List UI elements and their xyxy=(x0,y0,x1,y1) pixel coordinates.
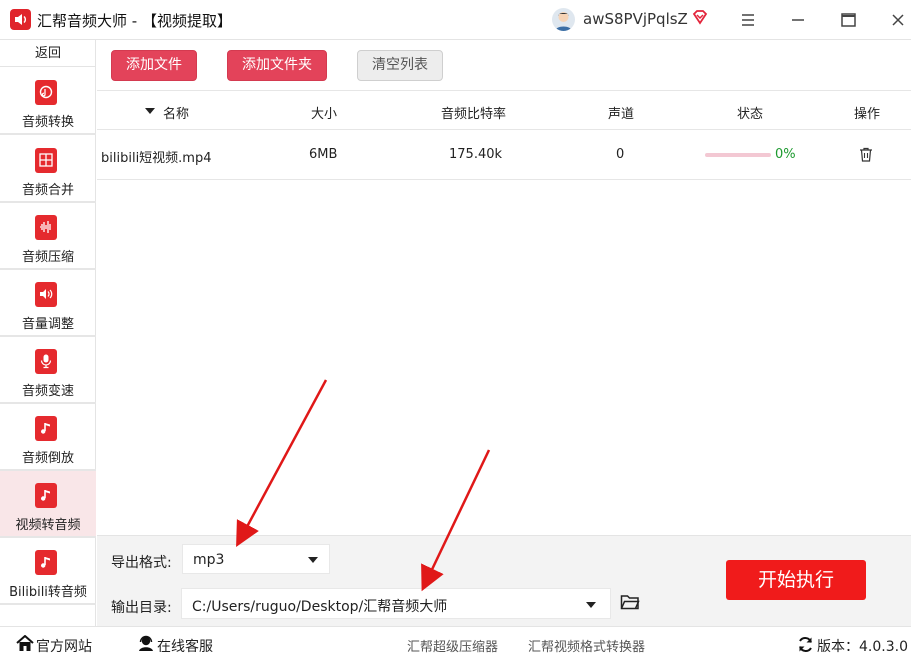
export-format-label: 导出格式: xyxy=(111,555,172,571)
sidebar-item-volume-adjust[interactable]: 音量调整 xyxy=(0,270,96,337)
minimize-button[interactable] xyxy=(784,6,812,34)
back-button[interactable]: 返回 xyxy=(0,40,96,67)
vip-diamond-icon[interactable] xyxy=(691,9,709,31)
column-header-size: 大小 xyxy=(311,107,338,122)
video-converter-link[interactable]: 汇帮视频格式转换器 xyxy=(528,636,645,655)
progress-bar xyxy=(705,153,771,157)
sidebar-item-audio-merge[interactable]: 音频合并 xyxy=(0,136,96,203)
sidebar-item-label: 音频转换 xyxy=(21,115,74,130)
column-header-action: 操作 xyxy=(854,107,881,122)
close-button[interactable] xyxy=(884,6,911,34)
sidebar-item-video-to-audio[interactable]: 视频转音频 xyxy=(0,471,96,538)
customer-service-icon[interactable] xyxy=(137,635,155,656)
title-bar: 汇帮音频大师 - 【视频提取】 awS8PVjPqlsZ xyxy=(0,0,911,40)
sidebar-item-audio-convert[interactable]: 音频转换 xyxy=(0,68,96,135)
chevron-down-icon xyxy=(586,602,596,608)
username-label[interactable]: awS8PVjPqlsZ xyxy=(583,10,688,28)
trash-icon[interactable] xyxy=(859,147,873,166)
audio-reverse-icon xyxy=(35,416,57,441)
window-title: 汇帮音频大师 - 【视频提取】 xyxy=(37,12,232,30)
sidebar-item-label: 音量调整 xyxy=(21,317,74,332)
sidebar: 返回 音频转换 音频合并 音频压缩 音量调整 音频变速 音频倒放 视频转音频 B… xyxy=(0,40,96,626)
file-size-cell: 6MB xyxy=(309,147,338,162)
clear-list-button[interactable]: 清空列表 xyxy=(357,50,443,81)
home-icon[interactable] xyxy=(16,634,34,656)
file-table-header: 名称 大小 音频比特率 声道 状态 操作 xyxy=(97,90,911,130)
column-header-name[interactable]: 名称 xyxy=(163,103,189,122)
menu-button[interactable] xyxy=(734,6,762,34)
sidebar-item-label: 音频倒放 xyxy=(21,451,74,466)
channel-cell: 0 xyxy=(616,147,625,162)
online-service-link[interactable]: 在线客服 xyxy=(157,636,213,656)
audio-speed-icon xyxy=(35,349,57,374)
start-button[interactable]: 开始执行 xyxy=(726,560,866,600)
bitrate-cell: 175.40k xyxy=(449,147,503,162)
sidebar-item-label: 视频转音频 xyxy=(15,518,81,533)
add-folder-button[interactable]: 添加文件夹 xyxy=(227,50,327,81)
sidebar-item-bilibili-to-audio[interactable]: Bilibili转音频 xyxy=(0,538,96,605)
user-avatar[interactable] xyxy=(552,8,575,31)
sidebar-item-label: 音频变速 xyxy=(21,384,74,399)
bilibili-to-audio-icon xyxy=(35,550,57,575)
sidebar-item-label: Bilibili转音频 xyxy=(9,585,87,600)
output-dir-label: 输出目录: xyxy=(111,600,172,616)
compressor-link[interactable]: 汇帮超级压缩器 xyxy=(407,636,498,655)
column-header-channel: 声道 xyxy=(608,107,635,122)
sidebar-item-audio-reverse[interactable]: 音频倒放 xyxy=(0,404,96,471)
footer-bar: 官方网站 在线客服 汇帮超级压缩器 汇帮视频格式转换器 版本：4.0.3.0 xyxy=(0,626,911,662)
refresh-icon[interactable] xyxy=(797,636,814,657)
app-logo-icon xyxy=(10,9,31,30)
export-format-select[interactable]: mp3 xyxy=(182,544,330,574)
status-percent: 0% xyxy=(775,147,796,162)
volume-adjust-icon xyxy=(35,282,57,307)
table-row[interactable]: bilibili短视频.mp4 6MB 175.40k 0 0% xyxy=(97,130,911,180)
chevron-down-icon xyxy=(308,557,318,563)
export-format-value: mp3 xyxy=(193,552,225,568)
column-header-bitrate: 音频比特率 xyxy=(441,107,507,122)
settings-panel: 导出格式: mp3 输出目录: C:/Users/ruguo/Desktop/汇… xyxy=(97,535,911,626)
folder-icon[interactable] xyxy=(620,594,640,615)
sidebar-item-audio-compress[interactable]: 音频压缩 xyxy=(0,203,96,270)
sidebar-item-label: 音频合并 xyxy=(21,183,74,198)
audio-merge-icon xyxy=(35,148,57,173)
video-to-audio-icon xyxy=(35,483,57,508)
output-dir-select[interactable]: C:/Users/ruguo/Desktop/汇帮音频大师 xyxy=(181,588,611,619)
file-name-cell: bilibili短视频.mp4 xyxy=(101,151,212,166)
version-label: 版本：4.0.3.0 xyxy=(817,639,908,655)
official-site-link[interactable]: 官方网站 xyxy=(36,636,92,656)
sort-down-icon[interactable] xyxy=(145,108,155,115)
audio-convert-icon xyxy=(35,80,57,105)
column-header-status: 状态 xyxy=(737,107,764,122)
add-file-button[interactable]: 添加文件 xyxy=(111,50,197,81)
output-dir-value: C:/Users/ruguo/Desktop/汇帮音频大师 xyxy=(192,599,448,615)
sidebar-item-audio-speed[interactable]: 音频变速 xyxy=(0,337,96,404)
maximize-button[interactable] xyxy=(834,6,862,34)
audio-compress-icon xyxy=(35,215,57,240)
arrow-to-format xyxy=(236,379,328,548)
sidebar-item-label: 音频压缩 xyxy=(21,250,74,265)
